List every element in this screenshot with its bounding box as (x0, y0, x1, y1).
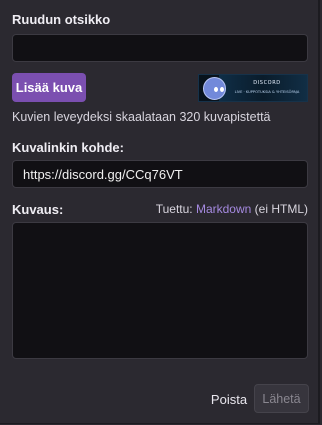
logo-eye-right (220, 87, 224, 92)
markdown-link[interactable]: Markdown (196, 202, 251, 216)
supported-format-note: Tuettu: Markdown (ei HTML) (156, 202, 308, 216)
discord-logo-icon (203, 77, 226, 100)
description-label: Kuvaus: (12, 202, 64, 217)
banner-subtitle: LIVE · KUPPOTUKSIA & YHTEISÖPAJA (234, 90, 300, 94)
submit-button[interactable]: Lähetä (254, 384, 309, 413)
logo-eye-left (214, 87, 218, 92)
banner-background (219, 75, 307, 101)
supported-suffix: (ei HTML) (251, 202, 308, 216)
title-label: Ruudun otsikko (12, 12, 111, 27)
link-input[interactable] (12, 160, 308, 188)
description-textarea[interactable] (12, 222, 308, 359)
title-input[interactable] (12, 34, 308, 62)
banner-title: DISCORD (253, 80, 281, 86)
link-label: Kuvalinkin kohde: (12, 140, 124, 155)
supported-prefix: Tuettu: (155, 202, 196, 216)
image-preview: DISCORD LIVE · KUPPOTUKSIA & YHTEISÖPAJA (198, 74, 308, 102)
delete-button[interactable]: Poista (208, 386, 250, 412)
image-help-text: Kuvien leveydeksi skaalataan 320 kuvapis… (12, 110, 271, 124)
add-image-button[interactable]: Lisää kuva (12, 73, 86, 102)
